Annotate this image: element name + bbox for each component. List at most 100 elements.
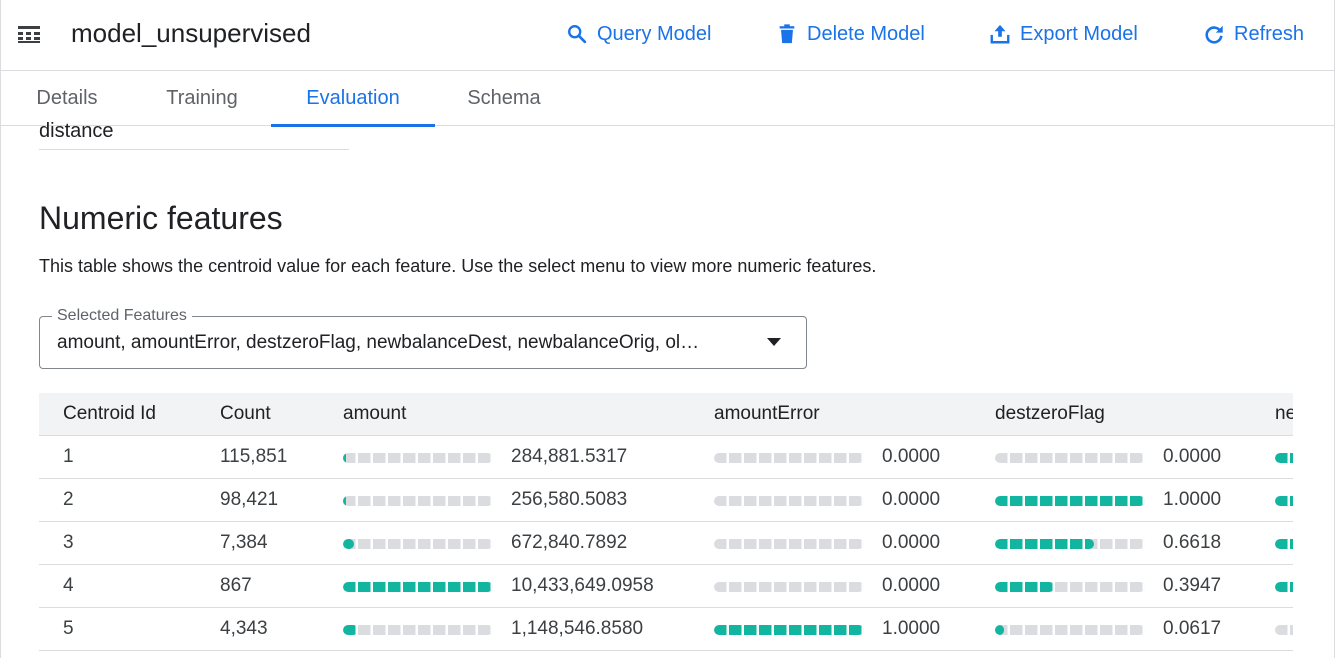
- search-icon: [568, 25, 587, 44]
- bar-segments: [995, 539, 1145, 549]
- amount-error-cell: 0.0000: [882, 446, 941, 467]
- field-underline: [39, 149, 349, 150]
- destzero-flag-bar: [995, 496, 1145, 506]
- export-model-button[interactable]: Export Model: [989, 20, 1138, 48]
- bar-segments: [1275, 625, 1293, 635]
- selected-features-select[interactable]: Selected Features amount, amountError, d…: [39, 307, 807, 369]
- bar-segments: [995, 453, 1145, 463]
- query-model-label: Query Model: [597, 22, 712, 45]
- amount-cell: 284,881.5317: [511, 446, 628, 467]
- count-cell: 98,421: [220, 489, 279, 510]
- table-row: 5 4,343 1,148,546.8580 1.0000 0.0617: [39, 608, 1293, 651]
- amount-error-cell: 0.0000: [882, 532, 941, 553]
- bar-segments: [995, 496, 1145, 506]
- amount-cell: 256,580.5083: [511, 489, 628, 510]
- amount-cell: 1,148,546.8580: [511, 618, 644, 639]
- amount-bar: [343, 539, 493, 549]
- destzero-flag-cell: 0.6618: [1163, 532, 1222, 553]
- amount-error-bar: [714, 453, 864, 463]
- amount-bar: [343, 496, 493, 506]
- tab-bar: Details Training Evaluation Schema: [1, 71, 1334, 127]
- destzero-flag-bar: [995, 582, 1145, 592]
- tab-training[interactable]: Training: [133, 71, 271, 126]
- bar-segments: [1275, 496, 1293, 506]
- bar-segments: [714, 625, 864, 635]
- bar-segments: [714, 453, 864, 463]
- bar-segments: [343, 539, 493, 549]
- next-column-bar: [1275, 453, 1293, 463]
- amount-bar: [343, 582, 493, 592]
- column-header-destzero-flag: destzeroFlag: [995, 403, 1105, 424]
- count-cell: 7,384: [220, 532, 268, 553]
- destzero-flag-bar: [995, 539, 1145, 549]
- amount-bar: [343, 625, 493, 635]
- bar-segments: [343, 625, 493, 635]
- table-row: 4 867 10,433,649.0958 0.0000 0.3947: [39, 565, 1293, 608]
- bar-segments: [995, 582, 1145, 592]
- refresh-icon: [1205, 25, 1223, 44]
- bar-segments: [343, 582, 493, 592]
- table-row: 2 98,421 256,580.5083 0.0000 1.0000: [39, 479, 1293, 522]
- table-grid-icon: [18, 26, 40, 43]
- column-header-amount-error: amountError: [714, 403, 820, 424]
- next-column-bar: [1275, 625, 1293, 635]
- next-column-bar: [1275, 582, 1293, 592]
- table-row: 1 115,851 284,881.5317 0.0000 0.0000: [39, 436, 1293, 479]
- centroid-id-cell: 3: [63, 532, 74, 553]
- select-label: Selected Features: [52, 307, 192, 325]
- tab-evaluation[interactable]: Evaluation: [271, 71, 435, 127]
- centroid-id-cell: 1: [63, 446, 74, 467]
- bar-segments: [343, 453, 493, 463]
- amount-error-bar: [714, 625, 864, 635]
- bar-segments: [995, 625, 1145, 635]
- model-title: model_unsupervised: [71, 18, 311, 48]
- bar-segments: [1275, 539, 1293, 549]
- column-header-count: Count: [220, 403, 271, 424]
- count-cell: 867: [220, 575, 252, 596]
- bar-segments: [714, 496, 864, 506]
- amount-error-bar: [714, 496, 864, 506]
- section-description: This table shows the centroid value for …: [39, 256, 877, 276]
- centroid-id-cell: 5: [63, 618, 74, 639]
- destzero-flag-bar: [995, 453, 1145, 463]
- export-model-label: Export Model: [1020, 22, 1138, 45]
- bar-segments: [343, 496, 493, 506]
- refresh-label: Refresh: [1234, 22, 1305, 45]
- delete-model-label: Delete Model: [807, 22, 925, 45]
- bar-segments: [714, 582, 864, 592]
- dropdown-arrow-icon[interactable]: [767, 338, 781, 346]
- model-page: model_unsupervised Query Model Delete Mo…: [0, 0, 1335, 658]
- destzero-flag-cell: 0.0617: [1163, 618, 1222, 639]
- column-header-amount: amount: [343, 403, 407, 424]
- bar-segments: [1275, 453, 1293, 463]
- amount-cell: 10,433,649.0958: [511, 575, 654, 596]
- export-icon: [990, 24, 1010, 44]
- next-column-bar: [1275, 496, 1293, 506]
- amount-error-cell: 1.0000: [882, 618, 941, 639]
- numeric-features-table: Centroid Id Count amount amountError des…: [39, 393, 1293, 658]
- amount-error-bar: [714, 539, 864, 549]
- next-column-bar: [1275, 539, 1293, 549]
- select-value: amount, amountError, destzeroFlag, newba…: [57, 332, 700, 353]
- bar-segments: [714, 539, 864, 549]
- centroid-id-cell: 4: [63, 575, 74, 596]
- amount-bar: [343, 453, 493, 463]
- column-header-next: ne: [1275, 403, 1293, 424]
- trash-icon: [779, 24, 795, 44]
- amount-cell: 672,840.7892: [511, 532, 628, 553]
- distance-field-value: distance: [39, 120, 114, 142]
- count-cell: 115,851: [220, 446, 288, 467]
- amount-error-cell: 0.0000: [882, 489, 941, 510]
- tab-schema[interactable]: Schema: [435, 71, 573, 126]
- amount-error-cell: 0.0000: [882, 575, 941, 596]
- refresh-button[interactable]: Refresh: [1203, 20, 1304, 48]
- centroid-id-cell: 2: [63, 489, 74, 510]
- amount-error-bar: [714, 582, 864, 592]
- delete-model-button[interactable]: Delete Model: [776, 20, 925, 48]
- destzero-flag-cell: 0.3947: [1163, 575, 1222, 596]
- query-model-button[interactable]: Query Model: [566, 20, 712, 48]
- destzero-flag-cell: 0.0000: [1163, 446, 1222, 467]
- tab-details[interactable]: Details: [1, 71, 133, 126]
- table-header: Centroid Id Count amount amountError des…: [39, 393, 1293, 436]
- destzero-flag-bar: [995, 625, 1145, 635]
